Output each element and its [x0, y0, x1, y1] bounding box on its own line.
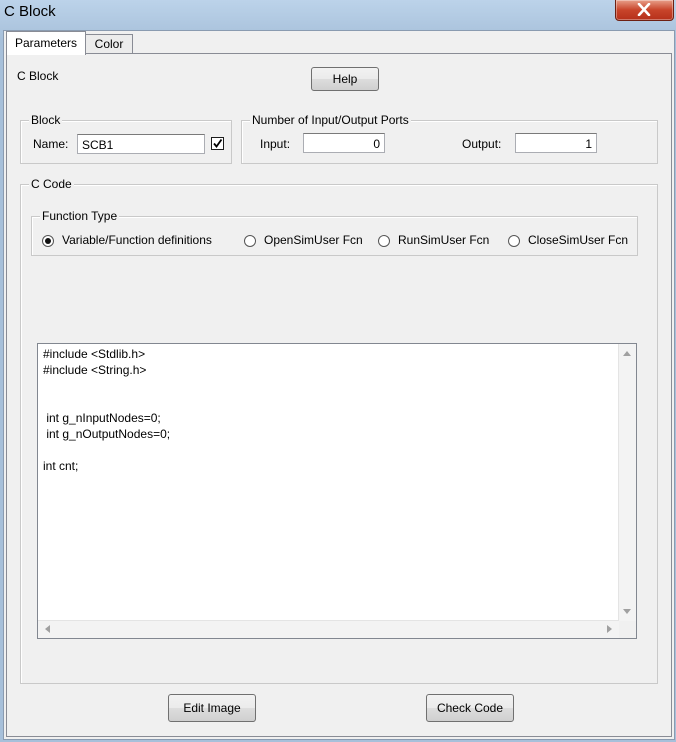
- code-line: #include <String.h>: [43, 363, 147, 377]
- name-label: Name:: [33, 137, 69, 151]
- block-group-title: Block: [29, 113, 63, 127]
- code-line: int g_nOutputNodes=0;: [43, 427, 171, 441]
- block-name-field[interactable]: SCB1: [77, 134, 205, 154]
- radio-runsimuser-fcn[interactable]: [378, 235, 390, 247]
- code-line: int cnt;: [43, 459, 79, 473]
- input-ports-field[interactable]: 0: [303, 133, 385, 153]
- ports-group: Number of Input/Output Ports Input: 0 Ou…: [241, 113, 658, 164]
- scroll-up-icon[interactable]: [623, 351, 631, 356]
- scroll-left-icon[interactable]: [45, 625, 50, 633]
- code-editor[interactable]: #include <Stdlib.h> #include <String.h> …: [37, 343, 637, 639]
- radio-closesimuser-fcn[interactable]: [508, 235, 520, 247]
- function-type-group: Function Type Variable/Function definiti…: [31, 209, 638, 256]
- close-icon: [637, 3, 651, 16]
- scroll-right-icon[interactable]: [607, 625, 612, 633]
- c-block-window: C Block Parameters Color C Block Help Bl…: [0, 0, 676, 742]
- tab-color-label: Color: [94, 37, 124, 51]
- tab-color[interactable]: Color: [85, 34, 133, 54]
- check-code-button-label: Check Code: [436, 701, 504, 715]
- radio-label-runsimuser-fcn: RunSimUser Fcn: [398, 233, 490, 247]
- help-button-label: Help: [332, 72, 358, 86]
- checkmark-icon: [213, 138, 223, 148]
- edit-image-button-label: Edit Image: [183, 701, 241, 715]
- output-label: Output:: [462, 137, 502, 151]
- code-line: #include <Stdlib.h>: [43, 347, 146, 361]
- radio-label-variable-function-definitions: Variable/Function definitions: [62, 233, 212, 247]
- ports-group-title: Number of Input/Output Ports: [250, 113, 411, 127]
- c-code-group-title: C Code: [29, 177, 74, 191]
- scrollbar-corner: [619, 621, 636, 638]
- edit-image-button[interactable]: Edit Image: [168, 694, 256, 722]
- window-title: C Block: [4, 3, 56, 20]
- horizontal-scrollbar[interactable]: [38, 620, 619, 638]
- block-name-checkbox[interactable]: [211, 137, 224, 150]
- block-group: Block Name: SCB1: [20, 113, 232, 164]
- c-code-group: C Code Function Type Variable/Function d…: [20, 177, 658, 684]
- radio-label-closesimuser-fcn: CloseSimUser Fcn: [528, 233, 629, 247]
- input-label: Input:: [260, 137, 291, 151]
- block-type-label: C Block: [17, 69, 59, 83]
- close-button[interactable]: [615, 0, 674, 21]
- check-code-button[interactable]: Check Code: [426, 694, 514, 722]
- title-bar: C Block: [0, 0, 676, 26]
- radio-variable-function-definitions[interactable]: [42, 235, 54, 247]
- output-ports-field[interactable]: 1: [515, 133, 597, 153]
- vertical-scrollbar[interactable]: [618, 344, 636, 621]
- dialog-client-area: Parameters Color C Block Help Block Name…: [3, 30, 675, 740]
- tab-parameters-label: Parameters: [14, 36, 78, 50]
- help-button[interactable]: Help: [311, 67, 379, 91]
- code-line: int g_nInputNodes=0;: [43, 411, 161, 425]
- scroll-down-icon[interactable]: [623, 609, 631, 614]
- radio-label-opensimuser-fcn: OpenSimUser Fcn: [264, 233, 363, 247]
- parameters-panel: C Block Help Block Name: SCB1 Number of …: [6, 53, 672, 737]
- tab-parameters[interactable]: Parameters: [6, 31, 86, 55]
- function-type-title: Function Type: [40, 209, 120, 223]
- radio-opensimuser-fcn[interactable]: [244, 235, 256, 247]
